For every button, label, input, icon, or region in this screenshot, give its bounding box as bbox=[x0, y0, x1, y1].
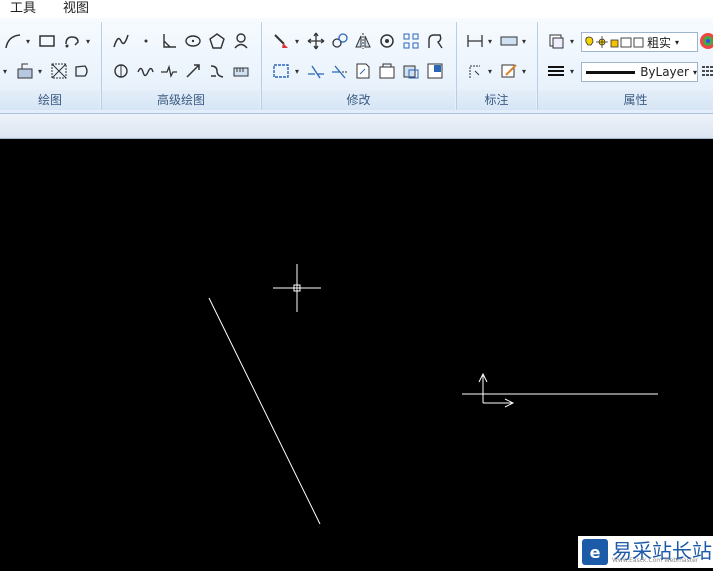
boundary-icon[interactable] bbox=[112, 62, 130, 80]
stretch-icon[interactable] bbox=[426, 32, 444, 50]
linetype-preview bbox=[586, 70, 636, 74]
group-icon[interactable] bbox=[426, 62, 444, 80]
drawn-line[interactable] bbox=[208, 297, 321, 525]
document-tab-strip bbox=[0, 114, 713, 139]
draw-row2-dropdown[interactable]: ▾ bbox=[3, 67, 7, 76]
ordinate-dropdown[interactable]: ▾ bbox=[488, 67, 492, 76]
extend-icon[interactable] bbox=[331, 62, 349, 80]
ruler-icon[interactable] bbox=[232, 62, 250, 80]
paint-dropdown[interactable]: ▾ bbox=[295, 37, 299, 46]
menu-bar: 工具 视图 bbox=[0, 0, 713, 18]
angle-icon[interactable] bbox=[160, 32, 178, 50]
break-line-icon[interactable] bbox=[160, 62, 178, 80]
watermark-subtext: Www.Easck.Com Webmaster bbox=[612, 557, 699, 564]
panel-title-draw: 绘图 bbox=[0, 90, 100, 110]
linetype-combo[interactable]: ByLayer ▾ bbox=[581, 62, 698, 82]
point-icon[interactable] bbox=[137, 32, 155, 50]
linetype-combo-arrow: ▾ bbox=[692, 67, 697, 77]
copy-icon[interactable] bbox=[331, 32, 349, 50]
site-watermark: e 易采站长站 Www.Easck.Com Webmaster bbox=[578, 536, 713, 568]
arc-dropdown[interactable]: ▾ bbox=[26, 37, 30, 46]
linetype-list-icon[interactable] bbox=[701, 62, 713, 80]
ordinate-dimension-icon[interactable] bbox=[466, 62, 484, 80]
drawing-canvas[interactable] bbox=[0, 139, 713, 568]
array-icon[interactable] bbox=[402, 32, 420, 50]
ucs-icon bbox=[478, 372, 515, 408]
rectangle-icon[interactable] bbox=[38, 32, 56, 50]
ellipse-icon[interactable] bbox=[184, 32, 202, 50]
polygon-icon[interactable] bbox=[208, 32, 226, 50]
layer-combo-arrow: ▾ bbox=[675, 37, 680, 47]
ribbon: ▾ ▾ ▾ ▾ 绘图 高级绘图 ▾ ▾ 修改 ▾ ▾ ▾ ▾ 标注 ▾ 粗实 ▾… bbox=[0, 18, 713, 114]
easck-logo-icon: e bbox=[582, 539, 608, 565]
dimension-style-icon[interactable] bbox=[500, 32, 518, 50]
scale-icon[interactable] bbox=[402, 62, 420, 80]
cloud-dropdown[interactable]: ▾ bbox=[86, 37, 90, 46]
panel-title-dimension: 标注 bbox=[457, 90, 536, 110]
layer-combo[interactable]: 粗实 ▾ bbox=[581, 32, 698, 52]
panel-title-advanced-draw: 高级绘图 bbox=[102, 90, 260, 110]
lineweight-icon[interactable] bbox=[547, 62, 565, 80]
layer-state-icons bbox=[585, 36, 644, 48]
wave-icon[interactable] bbox=[137, 62, 155, 80]
offset-icon[interactable] bbox=[272, 62, 290, 80]
crosshair-cursor bbox=[273, 264, 321, 312]
annotation-dropdown[interactable]: ▾ bbox=[522, 67, 526, 76]
paint-icon[interactable] bbox=[272, 32, 290, 50]
table-icon[interactable] bbox=[50, 62, 68, 80]
user-shape-icon[interactable] bbox=[232, 32, 250, 50]
lineweight-dropdown[interactable]: ▾ bbox=[570, 67, 574, 76]
revision-cloud-icon[interactable] bbox=[63, 32, 81, 50]
linetype-value: ByLayer bbox=[640, 65, 689, 79]
linear-dimension-icon[interactable] bbox=[466, 32, 484, 50]
menu-view[interactable]: 视图 bbox=[63, 0, 89, 16]
dimension-dropdown[interactable]: ▾ bbox=[488, 37, 492, 46]
hatch-icon[interactable] bbox=[16, 62, 34, 80]
hatch-dropdown[interactable]: ▾ bbox=[38, 67, 42, 76]
trim-icon[interactable] bbox=[307, 62, 325, 80]
panel-title-properties: 属性 bbox=[538, 90, 713, 110]
panel-title-modify: 修改 bbox=[262, 90, 455, 110]
dimension-style-dropdown[interactable]: ▾ bbox=[522, 37, 526, 46]
color-wheel-icon[interactable] bbox=[699, 32, 713, 50]
layer-properties-icon[interactable] bbox=[547, 32, 565, 50]
arc-icon[interactable] bbox=[4, 32, 22, 50]
layer-dropdown[interactable]: ▾ bbox=[570, 37, 574, 46]
rotate-icon[interactable] bbox=[378, 32, 396, 50]
fillet-icon[interactable] bbox=[208, 62, 226, 80]
explode-icon[interactable] bbox=[354, 62, 372, 80]
spline-icon[interactable] bbox=[112, 32, 130, 50]
annotation-icon[interactable] bbox=[500, 62, 518, 80]
layer-state-icon[interactable] bbox=[378, 62, 396, 80]
offset-dropdown[interactable]: ▾ bbox=[295, 67, 299, 76]
move-icon[interactable] bbox=[307, 32, 325, 50]
region-icon[interactable] bbox=[73, 62, 91, 80]
layer-name: 粗实 bbox=[647, 35, 672, 50]
canvas-drawing bbox=[208, 264, 658, 525]
menu-tools[interactable]: 工具 bbox=[10, 0, 36, 16]
mirror-icon[interactable] bbox=[354, 32, 372, 50]
arrow-icon[interactable] bbox=[184, 62, 202, 80]
